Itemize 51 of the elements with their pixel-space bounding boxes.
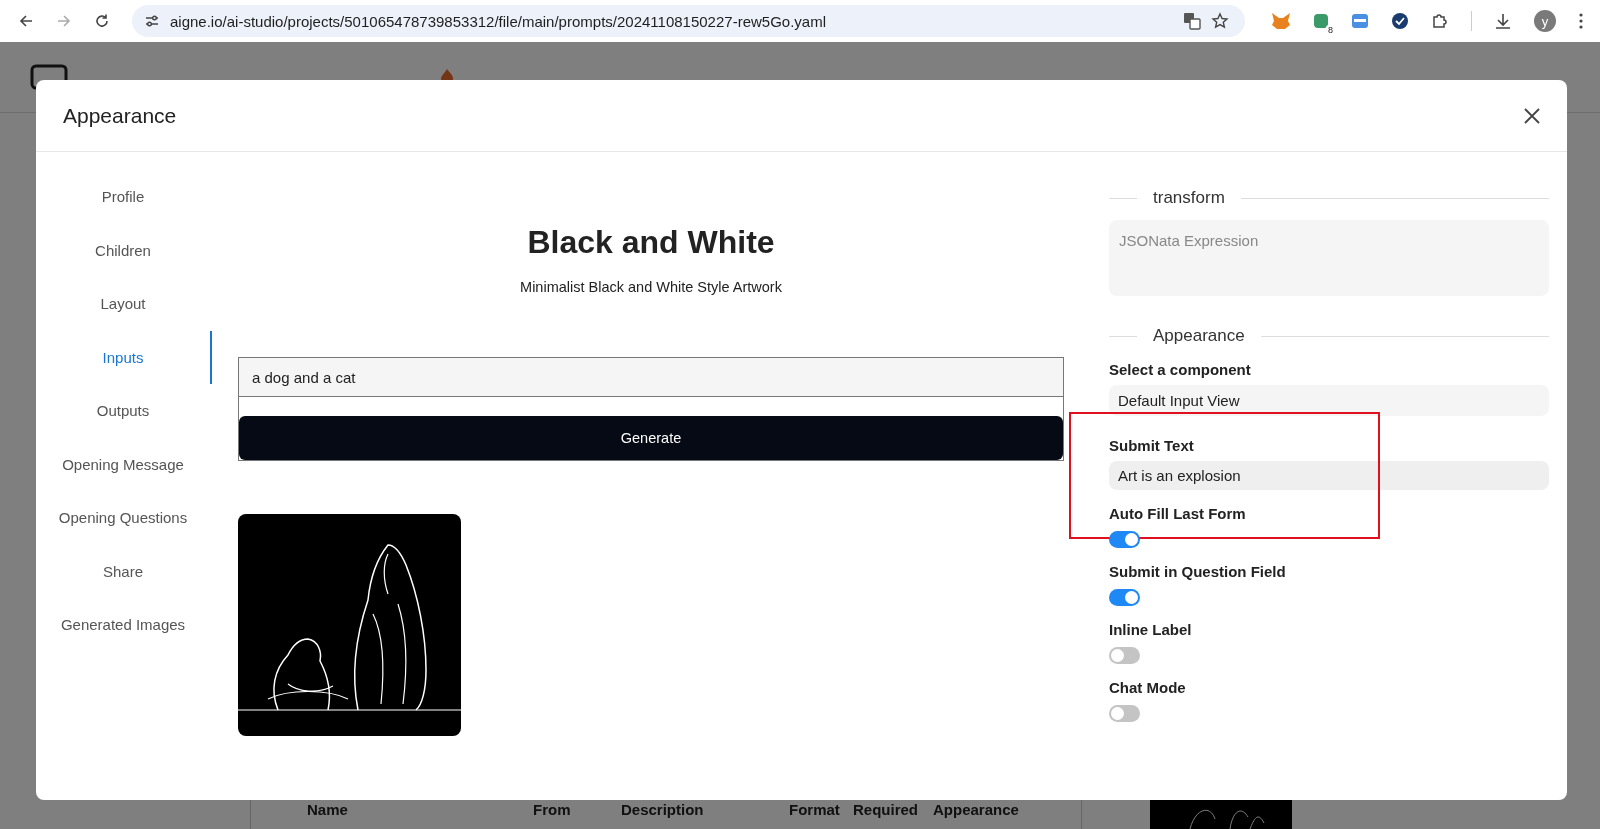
nav-tab[interactable]: Inputs xyxy=(36,330,212,384)
nav-tab[interactable]: Profile xyxy=(36,170,212,224)
address-bar[interactable]: aigne.io/ai-studio/projects/501065478739853312/file/main/prompts/20241108150227-rew5Go.yaml xyxy=(132,5,1245,37)
field-label: Submit Text xyxy=(1109,437,1195,454)
column-header: Name xyxy=(307,801,349,818)
component-select[interactable]: Default Input View xyxy=(1109,385,1549,416)
nav-tab[interactable]: Generated Images xyxy=(36,598,212,652)
download-icon[interactable] xyxy=(1494,12,1512,30)
fox-icon[interactable] xyxy=(1271,12,1291,30)
reload-icon[interactable] xyxy=(94,13,110,29)
translate-icon[interactable] xyxy=(1183,12,1201,30)
prompt-field[interactable]: a dog and a cat xyxy=(239,358,1063,397)
nav-tab[interactable]: Share xyxy=(36,544,212,598)
field-label: Select a component xyxy=(1109,361,1252,378)
toggle-switch[interactable] xyxy=(1109,647,1140,664)
field-label: Chat Mode xyxy=(1109,679,1187,696)
toggle-switch[interactable] xyxy=(1109,531,1140,548)
window-icon[interactable] xyxy=(1351,12,1369,30)
menu-icon[interactable] xyxy=(1578,12,1584,30)
preview-subtitle: Minimalist Black and White Style Artwork xyxy=(520,279,782,295)
site-settings-icon[interactable] xyxy=(144,13,160,29)
check-circle-icon[interactable] xyxy=(1391,12,1409,30)
extension-badge: 8 xyxy=(1326,25,1335,35)
toggle-switch[interactable] xyxy=(1109,705,1140,722)
star-icon[interactable] xyxy=(1211,12,1229,30)
nav-tab[interactable]: Children xyxy=(36,223,212,277)
nav-tab[interactable]: Layout xyxy=(36,277,212,331)
field-label: Auto Fill Last Form xyxy=(1109,505,1247,522)
url-text: aigne.io/ai-studio/projects/501065478739853312/file/main/prompts/20241108150227-rew5Go.yaml xyxy=(170,12,826,30)
profile-avatar[interactable]: y xyxy=(1534,10,1556,32)
nav-tab[interactable]: Opening Message xyxy=(36,437,212,491)
dialog-title: Appearance xyxy=(63,103,177,128)
back-icon[interactable] xyxy=(18,13,34,29)
section-heading: Appearance xyxy=(1153,326,1245,346)
column-header: Appearance xyxy=(933,801,1019,818)
field-label: Submit in Question Field xyxy=(1109,563,1287,580)
close-icon[interactable] xyxy=(1523,106,1541,125)
column-header: Description xyxy=(621,801,705,818)
section-heading: transform xyxy=(1153,188,1225,208)
puzzle-icon[interactable] xyxy=(1431,12,1449,30)
generate-button[interactable]: Generate xyxy=(239,416,1063,460)
submit-text-field[interactable]: Art is an explosion xyxy=(1109,461,1549,490)
nav-tab[interactable]: Outputs xyxy=(36,384,212,438)
preview-title: Black and White xyxy=(527,224,775,261)
nav-tab[interactable]: Opening Questions xyxy=(36,491,212,545)
expression-field[interactable]: JSONata Expression xyxy=(1109,220,1549,296)
field-label: Inline Label xyxy=(1109,621,1193,638)
column-header: Required xyxy=(853,801,919,818)
toggle-switch[interactable] xyxy=(1109,589,1140,606)
column-header: From xyxy=(533,801,572,818)
column-header: Format xyxy=(789,801,841,818)
